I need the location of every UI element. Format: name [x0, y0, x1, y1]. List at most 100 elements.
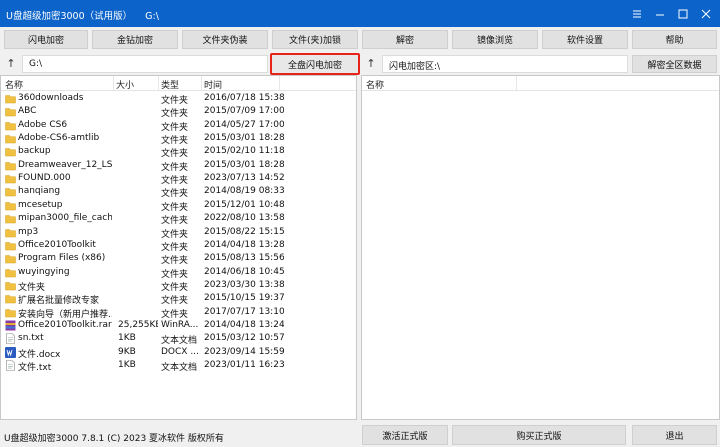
file-name: sn.txt [18, 333, 44, 344]
file-type: 文件夹 [161, 176, 189, 187]
file-time: 2022/08/10 13:58 [204, 213, 284, 224]
help-button[interactable]: 帮助 [632, 30, 717, 49]
maximize-icon[interactable] [674, 5, 692, 22]
file-size: 9KB [118, 346, 136, 357]
file-name: 安装向导（新用户推荐... [18, 309, 112, 320]
folder-icon [5, 160, 16, 171]
file-row[interactable]: Dreamweaver_12_LS3 文件夹 2015/03/01 18:28 [1, 159, 356, 173]
file-name: mcesetup [18, 199, 63, 210]
folder-icon [5, 227, 16, 238]
file-row[interactable]: mipan3000_file_cache 文件夹 2022/08/10 13:58 [1, 212, 356, 226]
folder-icon [5, 293, 16, 304]
file-row[interactable]: mcesetup 文件夹 2015/12/01 10:48 [1, 199, 356, 213]
file-size: 1KB [118, 360, 136, 370]
file-time: 2015/03/12 10:57 [204, 333, 284, 344]
file-type: 文件夹 [161, 136, 189, 147]
file-row[interactable]: 扩展名批量修改专家 文件夹 2015/10/15 19:37 [1, 292, 356, 307]
lock-file-button[interactable]: 文件(夹)加锁 [272, 30, 358, 49]
column-size[interactable]: 大小 [116, 78, 134, 91]
file-row[interactable]: hanqiang 文件夹 2014/08/19 08:33 [1, 185, 356, 200]
right-up-arrow-icon[interactable]: ↑ [362, 56, 380, 71]
file-name: Dreamweaver_12_LS3 [18, 159, 112, 170]
image-browse-button[interactable]: 镜像浏览 [452, 30, 538, 49]
file-type: 文件夹 [161, 189, 189, 200]
activate-button[interactable]: 激活正式版 [362, 425, 448, 445]
file-name: 扩展名批量修改专家 [18, 296, 100, 307]
right-file-list[interactable]: 名称 [361, 75, 720, 420]
file-type: 文件夹 [161, 202, 189, 213]
column-type[interactable]: 类型 [161, 78, 179, 91]
encrypt-whole-disk-button[interactable]: 全盘闪电加密 [270, 53, 360, 75]
file-row[interactable]: mp3 文件夹 2015/08/22 15:15 [1, 226, 356, 240]
folder-disguise-button[interactable]: 文件夹伪装 [182, 30, 268, 49]
file-time: 2014/04/18 13:24 [204, 319, 284, 330]
file-row[interactable]: 360downloads 文件夹 2016/07/18 15:38 [1, 92, 356, 106]
file-row[interactable]: 文件夹 文件夹 2023/03/30 13:38 [1, 279, 356, 293]
status-bar: U盘超级加密3000 7.8.1 (C) 2023 夏冰软件 版权所有 激活正式… [0, 423, 720, 447]
file-time: 2014/08/19 08:33 [204, 186, 284, 197]
exit-button[interactable]: 退出 [632, 425, 717, 445]
file-type: 文件夹 [161, 256, 189, 267]
file-row[interactable]: 文件.docx 9KB DOCX ... 2023/09/14 15:59 [1, 346, 356, 360]
file-type: 文件夹 [161, 149, 189, 160]
file-time: 2015/02/10 11:18 [204, 146, 284, 157]
app-title: U盘超级加密3000（试用版） [6, 11, 133, 22]
file-row[interactable]: 文件.txt 1KB 文本文档 2023/01/11 16:23 [1, 359, 356, 373]
left-list-header: 名称 大小 类型 时间 [1, 76, 356, 91]
folder-icon [5, 93, 16, 104]
menu-icon[interactable] [628, 5, 646, 22]
right-path-field[interactable]: 闪电加密区:\ [382, 55, 628, 73]
word-doc-icon [5, 346, 16, 358]
file-row[interactable]: wuyingying 文件夹 2014/06/18 10:45 [1, 266, 356, 280]
folder-icon [5, 133, 16, 144]
diamond-encrypt-button[interactable]: 金钻加密 [92, 30, 178, 49]
file-type: 文件夹 [161, 282, 189, 293]
column-time[interactable]: 时间 [204, 78, 222, 91]
file-name: Adobe CS6 [18, 119, 68, 130]
right-list-header: 名称 [362, 76, 719, 91]
file-row[interactable]: sn.txt 1KB 文本文档 2015/03/12 10:57 [1, 332, 356, 346]
settings-button[interactable]: 软件设置 [542, 30, 628, 49]
toolbar: 闪电加密 金钻加密 文件夹伪装 文件(夹)加锁 解密 镜像浏览 软件设置 帮助 [0, 27, 720, 51]
file-type: 文件夹 [161, 109, 189, 120]
close-icon[interactable] [697, 5, 715, 22]
decrypt-all-button[interactable]: 解密全区数据 [632, 55, 717, 73]
minimize-icon[interactable] [651, 5, 669, 22]
file-time: 2014/04/18 13:28 [204, 239, 284, 250]
left-path-field[interactable]: G:\ [22, 55, 268, 73]
file-type: 文件夹 [161, 296, 189, 307]
buy-button[interactable]: 购买正式版 [452, 425, 626, 445]
file-name: 文件.docx [18, 349, 61, 360]
file-row[interactable]: 安装向导（新用户推荐... 文件夹 2017/07/17 13:10 [1, 306, 356, 320]
decrypt-button[interactable]: 解密 [362, 30, 448, 49]
rar-archive-icon [5, 320, 16, 331]
file-time: 2014/05/27 17:00 [204, 119, 284, 130]
file-time: 2014/06/18 10:45 [204, 266, 284, 277]
file-row[interactable]: Adobe CS6 文件夹 2014/05/27 17:00 [1, 119, 356, 133]
file-row[interactable]: ABC 文件夹 2015/07/09 17:00 [1, 105, 356, 120]
copyright-text: U盘超级加密3000 7.8.1 (C) 2023 夏冰软件 版权所有 [4, 434, 224, 444]
file-row[interactable]: Office2010Toolkit.rar 25,255KB WinRA... 201… [1, 319, 356, 332]
file-row[interactable]: backup 文件夹 2015/02/10 11:18 [1, 145, 356, 160]
left-up-arrow-icon[interactable]: ↑ [2, 56, 20, 71]
left-file-list[interactable]: 名称 大小 类型 时间 360downloads 文件夹 2016/07/18 15… [0, 75, 357, 420]
file-name: mp3 [18, 226, 39, 237]
file-name: 文件夹 [18, 282, 46, 293]
file-type: 文件夹 [161, 242, 189, 253]
flash-encrypt-button[interactable]: 闪电加密 [4, 30, 88, 49]
file-row[interactable]: Office2010Toolkit 文件夹 2014/04/18 13:28 [1, 239, 356, 253]
right-column-name[interactable]: 名称 [366, 78, 384, 91]
column-name[interactable]: 名称 [5, 78, 23, 91]
file-name: Program Files (x86) [18, 253, 106, 264]
file-name: FOUND.000 [18, 173, 71, 184]
folder-icon [5, 173, 16, 184]
file-name: ABC [18, 106, 37, 117]
folder-icon [5, 146, 16, 157]
file-name: Adobe-CS6-amtlib [18, 133, 100, 144]
file-row[interactable]: Program Files (x86) 文件夹 2015/08/13 15:56 [1, 252, 356, 267]
folder-icon [5, 240, 16, 251]
file-row[interactable]: FOUND.000 文件夹 2023/07/13 14:52 [1, 172, 356, 187]
file-time: 2015/03/01 18:28 [204, 159, 284, 170]
file-row[interactable]: Adobe-CS6-amtlib 文件夹 2015/03/01 18:28 [1, 132, 356, 147]
file-type: WinRA... [161, 319, 199, 330]
